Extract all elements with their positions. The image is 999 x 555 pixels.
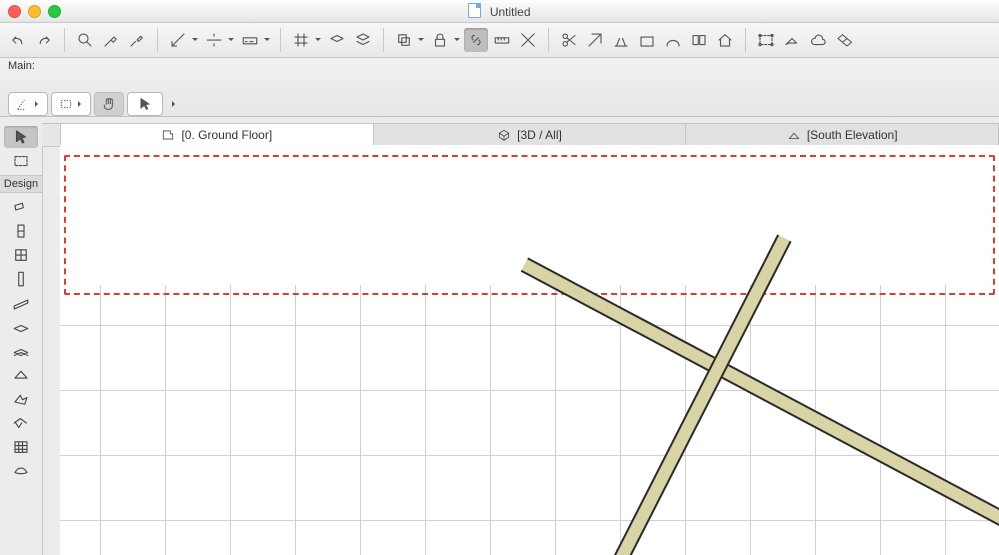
window-tool[interactable] bbox=[4, 244, 38, 266]
toolbar-separator bbox=[745, 28, 746, 52]
roof-tool[interactable] bbox=[4, 364, 38, 386]
cloud-button[interactable] bbox=[806, 28, 830, 52]
floorplan-icon bbox=[161, 128, 175, 142]
hand-tool-button[interactable] bbox=[94, 92, 124, 116]
tab-label: [South Elevation] bbox=[807, 128, 898, 142]
toolbar-separator bbox=[548, 28, 549, 52]
toolbar-separator bbox=[157, 28, 158, 52]
geometry-method-picker[interactable] bbox=[8, 92, 48, 116]
window-titlebar: Untitled bbox=[0, 0, 999, 23]
redo-button[interactable] bbox=[32, 28, 56, 52]
morph-tool[interactable] bbox=[4, 460, 38, 482]
tab-gutter bbox=[42, 124, 61, 146]
window-close-button[interactable] bbox=[8, 5, 21, 18]
link-tool-button[interactable] bbox=[464, 28, 488, 52]
column-tool[interactable] bbox=[4, 268, 38, 290]
tab-ground-floor[interactable]: [0. Ground Floor] bbox=[61, 124, 374, 147]
window-minimize-button[interactable] bbox=[28, 5, 41, 18]
tab-south-elevation[interactable]: [South Elevation] bbox=[686, 124, 999, 146]
main-toolbar bbox=[0, 23, 999, 58]
erase-button[interactable] bbox=[780, 28, 804, 52]
wall-tool[interactable] bbox=[4, 196, 38, 218]
coord-tool-dropdown[interactable] bbox=[238, 28, 272, 52]
target-button[interactable] bbox=[516, 28, 540, 52]
measure-tool-dropdown[interactable] bbox=[166, 28, 200, 52]
arrow-tool[interactable] bbox=[4, 126, 38, 148]
window-title-text: Untitled bbox=[490, 5, 531, 19]
bounds-button[interactable] bbox=[754, 28, 778, 52]
window-zoom-button[interactable] bbox=[48, 5, 61, 18]
cube-icon bbox=[497, 128, 511, 142]
elevation-icon bbox=[787, 128, 801, 142]
eyedropper-button[interactable] bbox=[99, 28, 123, 52]
curtainwall-tool[interactable] bbox=[4, 436, 38, 458]
merge-button[interactable] bbox=[635, 28, 659, 52]
window-title: Untitled bbox=[0, 3, 999, 19]
palette-design-label: Design bbox=[0, 175, 42, 193]
toolbar-separator bbox=[64, 28, 65, 52]
toolbar-separator bbox=[280, 28, 281, 52]
window-traffic-lights bbox=[8, 5, 61, 18]
search-button[interactable] bbox=[73, 28, 97, 52]
tab-label: [3D / All] bbox=[517, 128, 562, 142]
arrow-cursor-button[interactable] bbox=[127, 92, 163, 116]
context-label: Main: bbox=[8, 60, 991, 72]
selection-mode-picker[interactable] bbox=[51, 92, 91, 116]
ruler-tool-button[interactable] bbox=[490, 28, 514, 52]
home-button[interactable] bbox=[713, 28, 737, 52]
tool-palette: Design bbox=[0, 123, 43, 555]
slab-tool[interactable] bbox=[4, 316, 38, 338]
adjust-button[interactable] bbox=[583, 28, 607, 52]
shapes-button[interactable] bbox=[832, 28, 856, 52]
document-icon bbox=[468, 3, 481, 18]
plane-1-button[interactable] bbox=[325, 28, 349, 52]
marquee-tool[interactable] bbox=[4, 150, 38, 172]
view-tabstrip: [0. Ground Floor] [3D / All] [South Elev… bbox=[42, 123, 999, 147]
drawing-canvas[interactable] bbox=[60, 145, 999, 555]
guideline-tool-dropdown[interactable] bbox=[202, 28, 236, 52]
scissors-button[interactable] bbox=[557, 28, 581, 52]
layers-dropdown[interactable] bbox=[392, 28, 426, 52]
canvas-grid bbox=[60, 285, 999, 555]
shell-tool[interactable] bbox=[4, 388, 38, 410]
edge-lift-button[interactable] bbox=[609, 28, 633, 52]
undo-button[interactable] bbox=[6, 28, 30, 52]
syringe-button[interactable] bbox=[125, 28, 149, 52]
plane-2-button[interactable] bbox=[351, 28, 375, 52]
skylight-tool[interactable] bbox=[4, 412, 38, 434]
door-tool[interactable] bbox=[4, 220, 38, 242]
split-button[interactable] bbox=[687, 28, 711, 52]
curve-button[interactable] bbox=[661, 28, 685, 52]
grid-snap-dropdown[interactable] bbox=[289, 28, 323, 52]
beam-tool[interactable] bbox=[4, 292, 38, 314]
arrow-submenu[interactable] bbox=[166, 93, 180, 115]
stair-tool[interactable] bbox=[4, 340, 38, 362]
toolbar-separator bbox=[383, 28, 384, 52]
tab-3d-all[interactable]: [3D / All] bbox=[374, 124, 687, 146]
lock-dropdown[interactable] bbox=[428, 28, 462, 52]
context-bar: Main: bbox=[0, 58, 999, 117]
tab-label: [0. Ground Floor] bbox=[181, 128, 272, 142]
